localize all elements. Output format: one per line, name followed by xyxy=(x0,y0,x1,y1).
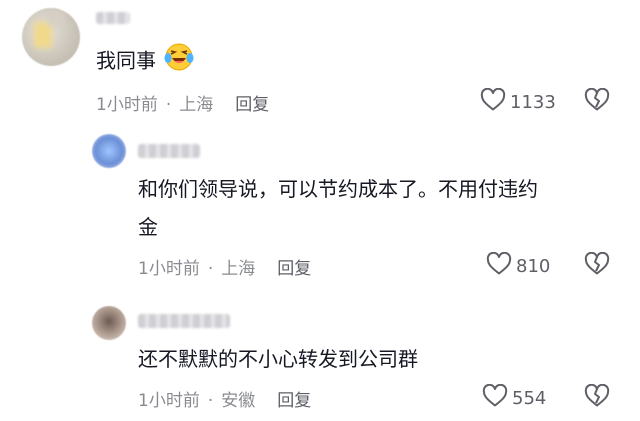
username-blurred[interactable] xyxy=(96,12,130,24)
heart-icon xyxy=(486,251,516,281)
laughing-crying-emoji-icon xyxy=(164,42,194,82)
broken-heart-icon xyxy=(584,251,610,280)
username-blurred[interactable] xyxy=(138,144,200,158)
reply-button[interactable]: 回复 xyxy=(235,90,269,115)
like-button[interactable]: 554 xyxy=(482,383,547,413)
comment-meta: 1小时前 · 上海 回复 xyxy=(96,90,269,115)
separator-dot: · xyxy=(165,95,172,115)
avatar[interactable] xyxy=(92,134,126,168)
username-blurred[interactable] xyxy=(138,314,230,328)
avatar[interactable] xyxy=(92,306,126,340)
separator-dot: · xyxy=(207,259,214,279)
broken-heart-icon xyxy=(584,383,610,412)
timestamp: 1小时前 xyxy=(138,259,200,279)
comment-text: 还不默默的不小心转发到公司群 xyxy=(138,347,418,371)
timestamp: 1小时前 xyxy=(138,391,200,411)
reply-button[interactable]: 回复 xyxy=(277,254,311,279)
comment-3: 还不默默的不小心转发到公司群 1小时前 · 安徽 回复 554 xyxy=(0,300,640,421)
comment-text-content: 我同事 xyxy=(96,48,156,73)
like-count: 554 xyxy=(512,388,547,409)
like-count: 810 xyxy=(516,256,551,277)
like-button[interactable]: 1133 xyxy=(480,87,556,117)
location: 上海 xyxy=(179,95,214,115)
timestamp: 1小时前 xyxy=(96,95,158,115)
separator-dot: · xyxy=(207,391,214,411)
dislike-button[interactable] xyxy=(584,383,610,412)
comment-text-line1: 和你们领导说，可以节约成本了。不用付违约 xyxy=(138,177,538,201)
comment-meta: 1小时前 · 安徽 回复 xyxy=(138,386,311,411)
avatar[interactable] xyxy=(22,8,80,66)
comment-meta: 1小时前 · 上海 回复 xyxy=(138,254,311,279)
broken-heart-icon xyxy=(584,87,610,116)
comment-2: 和你们领导说，可以节约成本了。不用付违约 金 1小时前 · 上海 回复 810 xyxy=(0,128,640,288)
location: 上海 xyxy=(221,259,256,279)
like-count: 1133 xyxy=(510,92,556,113)
reply-button[interactable]: 回复 xyxy=(277,386,311,411)
comment-1: 我同事 1小时前 · 上海 回复 1133 xyxy=(0,0,640,120)
heart-icon xyxy=(480,87,510,117)
location: 安徽 xyxy=(221,391,256,411)
comment-text: 我同事 xyxy=(96,42,194,82)
dislike-button[interactable] xyxy=(584,87,610,116)
dislike-button[interactable] xyxy=(584,251,610,280)
like-button[interactable]: 810 xyxy=(486,251,551,281)
comment-text-line2: 金 xyxy=(138,215,158,239)
heart-icon xyxy=(482,383,512,413)
